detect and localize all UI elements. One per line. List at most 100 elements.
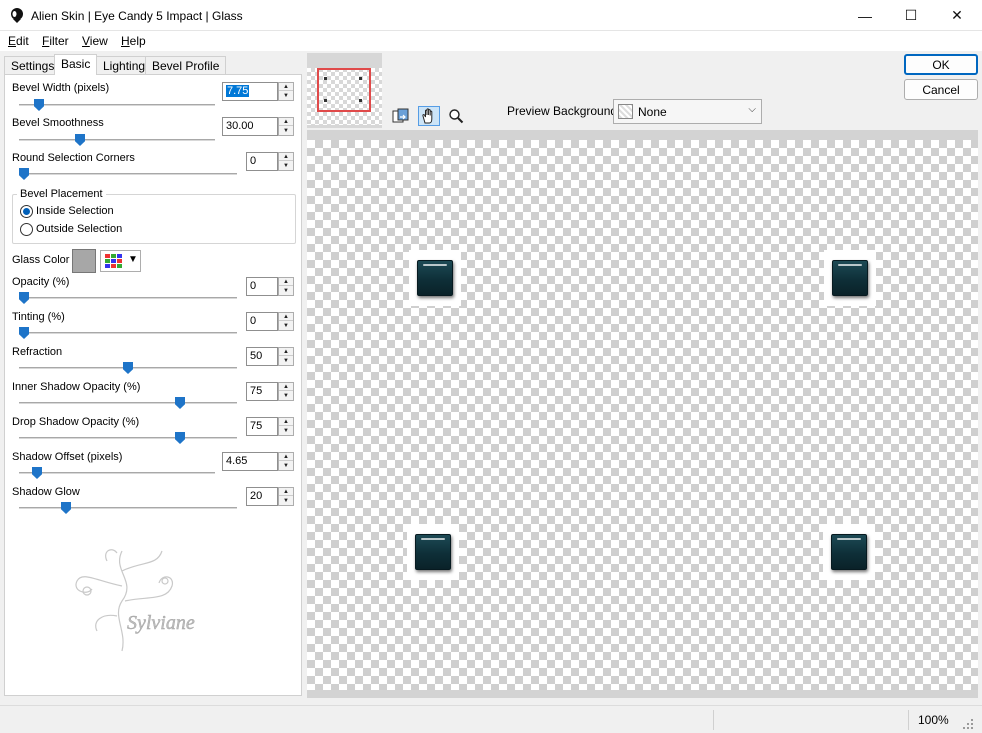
spin-down-icon[interactable]: ▼ [279, 92, 293, 100]
refraction-spinner[interactable]: ▲ ▼ [278, 347, 294, 366]
drop-shadow-input[interactable]: 75 [246, 417, 278, 436]
cancel-button[interactable]: Cancel [904, 79, 978, 100]
menu-filter-label: ilter [49, 34, 69, 48]
spin-down-icon[interactable]: ▼ [279, 357, 293, 365]
shadow-offset-label: Shadow Offset (pixels) [12, 451, 123, 463]
spin-down-icon[interactable]: ▼ [279, 462, 293, 470]
inner-shadow-spinner[interactable]: ▲ ▼ [278, 382, 294, 401]
maximize-button[interactable]: ☐ [888, 0, 934, 31]
refraction-input[interactable]: 50 [246, 347, 278, 366]
spin-down-icon[interactable]: ▼ [279, 287, 293, 295]
spin-up-icon[interactable]: ▲ [279, 383, 293, 391]
opacity-input[interactable]: 0 [246, 277, 278, 296]
bevel-smoothness-slider[interactable] [19, 134, 215, 146]
glass-color-label: Glass Color [12, 254, 70, 266]
bevel-smoothness-input[interactable]: 30.00 [222, 117, 278, 136]
spin-up-icon[interactable]: ▲ [279, 83, 293, 91]
refraction-thumb[interactable] [123, 362, 133, 374]
inner-shadow-thumb[interactable] [175, 397, 185, 409]
spin-up-icon[interactable]: ▲ [279, 313, 293, 321]
menu-help[interactable]: Help [121, 34, 146, 48]
menu-edit[interactable]: Edit [8, 34, 29, 48]
thumb-tile [359, 77, 362, 80]
spin-down-icon[interactable]: ▼ [279, 497, 293, 505]
tinting-thumb[interactable] [19, 327, 29, 339]
tab-basic[interactable]: Basic [54, 54, 98, 75]
tinting-spinner[interactable]: ▲ ▼ [278, 312, 294, 331]
shadow-glow-spinner[interactable]: ▲ ▼ [278, 487, 294, 506]
inner-shadow-input[interactable]: 75 [246, 382, 278, 401]
bevel-smoothness-label: Bevel Smoothness [12, 117, 104, 129]
spin-down-icon[interactable]: ▼ [279, 162, 293, 170]
tab-settings[interactable]: Settings [4, 56, 62, 75]
shadow-glow-input[interactable]: 20 [246, 487, 278, 506]
drop-shadow-thumb[interactable] [175, 432, 185, 444]
opacity-slider[interactable] [19, 292, 237, 304]
spin-up-icon[interactable]: ▲ [279, 418, 293, 426]
color-picker-button[interactable]: ▼ [100, 250, 141, 272]
spin-down-icon[interactable]: ▼ [279, 322, 293, 330]
bevel-smoothness-thumb[interactable] [75, 134, 85, 146]
spin-up-icon[interactable]: ▲ [279, 488, 293, 496]
toggle-preview-button[interactable] [390, 106, 412, 126]
preview-area[interactable] [307, 130, 978, 698]
bevel-width-value: 7.75 [226, 85, 250, 97]
tab-lighting[interactable]: Lighting [96, 56, 153, 75]
navigator-viewport-frame[interactable] [317, 68, 371, 112]
minimize-button[interactable]: — [842, 0, 888, 31]
preview-background-select[interactable]: None ⌵ [613, 99, 762, 124]
shadow-offset-slider[interactable] [19, 467, 215, 479]
bevel-width-thumb[interactable] [34, 99, 44, 111]
shadow-offset-thumb[interactable] [32, 467, 42, 479]
opacity-spinner[interactable]: ▲ ▼ [278, 277, 294, 296]
resize-grip-icon[interactable] [962, 718, 974, 730]
spin-up-icon[interactable]: ▲ [279, 118, 293, 126]
preview-glass-tile [824, 250, 876, 306]
thumb-tile [324, 77, 327, 80]
tab-bevel-profile[interactable]: Bevel Profile [145, 56, 227, 75]
menu-view-mnemonic: V [82, 34, 90, 48]
spin-down-icon[interactable]: ▼ [279, 427, 293, 435]
opacity-thumb[interactable] [19, 292, 29, 304]
close-button[interactable]: ✕ [934, 0, 980, 31]
spin-up-icon[interactable]: ▲ [279, 278, 293, 286]
alien-skin-icon [11, 8, 23, 23]
refraction-slider[interactable] [19, 362, 237, 374]
zoom-tool-button[interactable] [445, 106, 467, 126]
shadow-offset-input[interactable]: 4.65 [222, 452, 278, 471]
bevel-smoothness-spinner[interactable]: ▲ ▼ [278, 117, 294, 136]
outside-selection-radio[interactable] [20, 223, 33, 236]
preview-canvas[interactable] [307, 140, 978, 690]
inner-shadow-slider[interactable] [19, 397, 237, 409]
menu-view[interactable]: View [82, 34, 108, 48]
bevel-width-input[interactable]: 7.75 [222, 82, 278, 101]
drop-shadow-spinner[interactable]: ▲ ▼ [278, 417, 294, 436]
round-corners-thumb[interactable] [19, 168, 29, 180]
drop-shadow-slider[interactable] [19, 432, 237, 444]
bevel-width-slider[interactable] [19, 99, 215, 111]
tinting-input[interactable]: 0 [246, 312, 278, 331]
inside-selection-radio[interactable] [20, 205, 33, 218]
round-corners-slider[interactable] [19, 168, 237, 180]
shadow-glow-thumb[interactable] [61, 502, 71, 514]
bevel-width-spinner[interactable]: ▲ ▼ [278, 82, 294, 101]
bevel-placement-title: Bevel Placement [17, 188, 106, 200]
glass-color-swatch[interactable] [72, 249, 96, 273]
spin-up-icon[interactable]: ▲ [279, 348, 293, 356]
round-corners-input[interactable]: 0 [246, 152, 278, 171]
hand-tool-button[interactable] [418, 106, 440, 126]
shadow-glow-slider[interactable] [19, 502, 237, 514]
spin-down-icon[interactable]: ▼ [279, 127, 293, 135]
shadow-offset-spinner[interactable]: ▲ ▼ [278, 452, 294, 471]
spin-up-icon[interactable]: ▲ [279, 153, 293, 161]
inside-selection-label[interactable]: Inside Selection [36, 205, 114, 217]
tinting-slider[interactable] [19, 327, 237, 339]
round-corners-spinner[interactable]: ▲ ▼ [278, 152, 294, 171]
glass-tile-shape [415, 534, 451, 570]
spin-down-icon[interactable]: ▼ [279, 392, 293, 400]
navigator-thumbnail[interactable] [307, 53, 382, 128]
ok-button[interactable]: OK [904, 54, 978, 75]
spin-up-icon[interactable]: ▲ [279, 453, 293, 461]
outside-selection-label[interactable]: Outside Selection [36, 223, 122, 235]
menu-filter[interactable]: Filter [42, 34, 69, 48]
